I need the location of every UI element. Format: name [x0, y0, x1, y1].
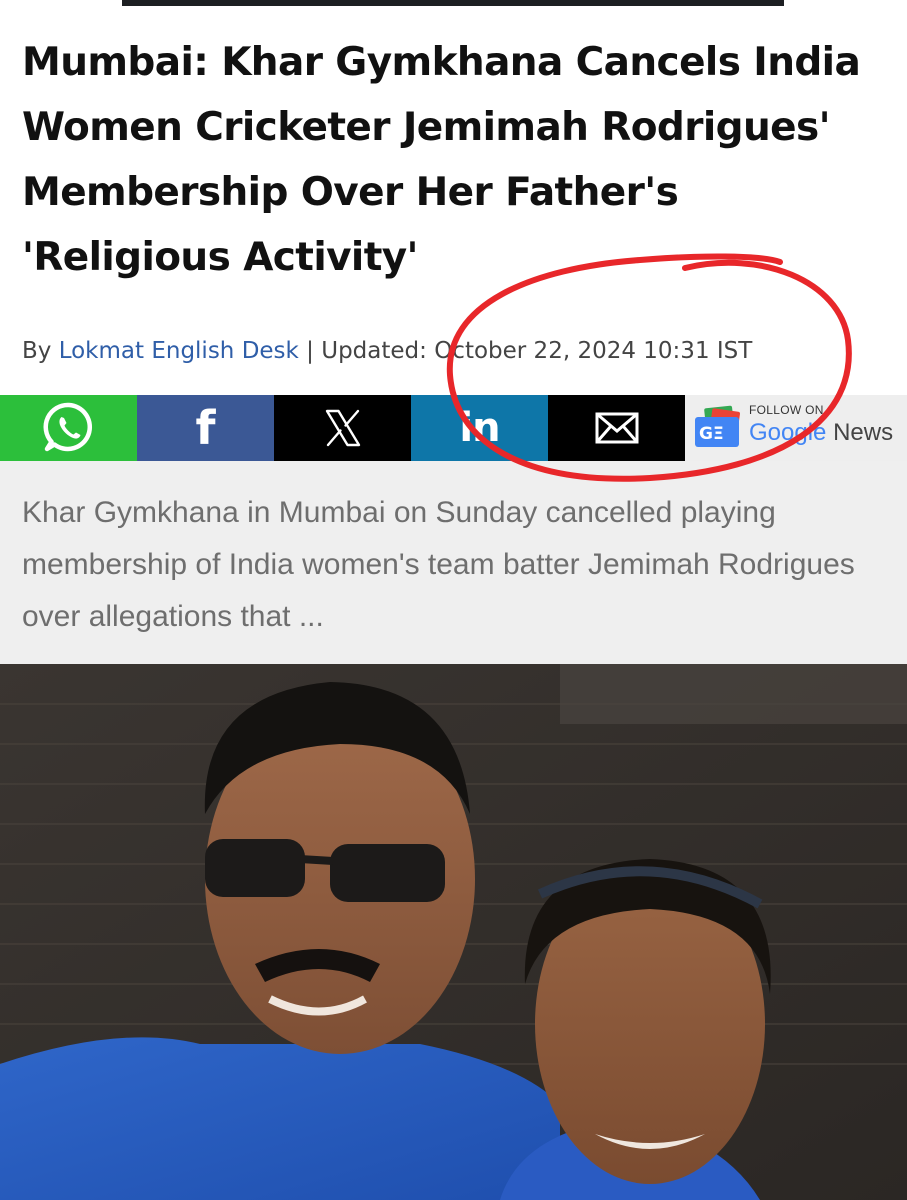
- top-image-edge: [122, 0, 784, 6]
- follow-on-label: FOLLOW ON: [749, 403, 824, 417]
- share-whatsapp-button[interactable]: [0, 395, 137, 461]
- publish-date: October 22, 2024 10:31 IST: [434, 338, 753, 364]
- article-byline: By Lokmat English Desk | Updated: Octobe…: [22, 334, 892, 368]
- photo-illustration: [0, 664, 907, 1200]
- share-facebook-button[interactable]: f: [137, 395, 274, 461]
- article-summary: Khar Gymkhana in Mumbai on Sunday cancel…: [0, 461, 907, 664]
- share-email-button[interactable]: [548, 395, 685, 461]
- news-wordmark: News: [833, 419, 894, 446]
- author-link[interactable]: Lokmat English Desk: [59, 338, 299, 364]
- share-linkedin-button[interactable]: in: [411, 395, 548, 461]
- x-icon: [325, 409, 360, 447]
- follow-google-news-button[interactable]: GΞ FOLLOW ON Google News: [685, 395, 907, 461]
- article-headline: Mumbai: Khar Gymkhana Cancels India Wome…: [22, 40, 861, 280]
- article-photo: [0, 664, 907, 1200]
- share-bar: f in GΞ FOLLOW ON Google News: [0, 395, 907, 461]
- google-wordmark: Google: [749, 419, 827, 446]
- linkedin-icon: in: [459, 405, 500, 451]
- mail-icon: [595, 412, 638, 444]
- share-x-button[interactable]: [274, 395, 411, 461]
- google-news-icon: GΞ: [695, 405, 740, 447]
- svg-text:GΞ: GΞ: [699, 424, 724, 444]
- updated-label: Updated:: [321, 338, 427, 364]
- google-news-wordmark: Google News: [749, 419, 893, 447]
- byline-separator: |: [306, 338, 314, 364]
- facebook-icon: f: [195, 401, 216, 455]
- byline-by-label: By: [22, 338, 52, 364]
- whatsapp-icon: [43, 402, 92, 452]
- summary-text: Khar Gymkhana in Mumbai on Sunday cancel…: [22, 496, 855, 633]
